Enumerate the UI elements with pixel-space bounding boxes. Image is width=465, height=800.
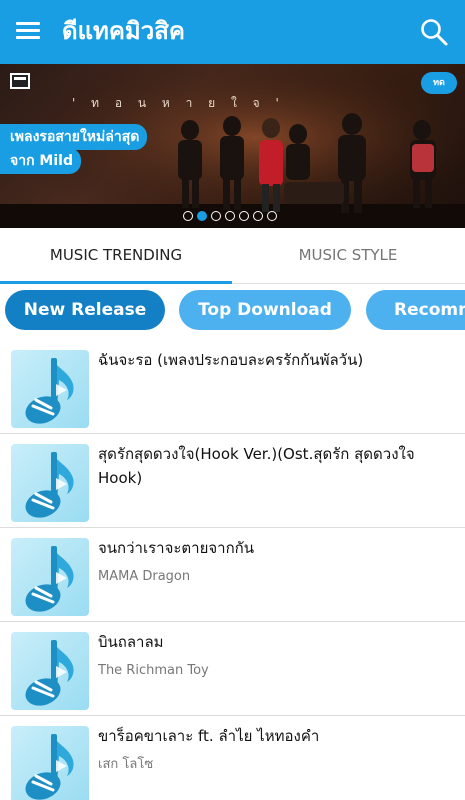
song-list: ฉันจะรอ (เพลงประกอบละครรักกันพัลวัน) สุด… xyxy=(0,340,465,800)
music-note-graphic xyxy=(25,734,74,800)
music-note-icon xyxy=(11,350,89,428)
song-list-item[interactable]: จนกว่าเราจะตายจากกัน MAMA Dragon xyxy=(0,528,465,622)
app-title: ดีแทคมิวสิค xyxy=(62,17,185,45)
carousel-dot[interactable] xyxy=(267,211,277,221)
chip-top-download[interactable]: Top Download xyxy=(179,290,351,330)
song-artist: เสก โลโซ xyxy=(98,757,154,772)
song-title: ฉันจะรอ (เพลงประกอบละครรักกันพัลวัน) xyxy=(98,351,364,369)
chip-new-release[interactable]: New Release xyxy=(5,290,165,330)
music-note-graphic xyxy=(25,452,74,518)
music-note-graphic xyxy=(25,640,74,706)
music-note-icon xyxy=(11,538,89,616)
song-list-item[interactable]: ฉันจะรอ (เพลงประกอบละครรักกันพัลวัน) xyxy=(0,340,465,434)
song-list-item[interactable]: บินถลาลม The Richman Toy xyxy=(0,622,465,716)
carousel-indicator[interactable] xyxy=(183,211,277,223)
search-icon[interactable] xyxy=(418,16,450,48)
carousel-dot[interactable] xyxy=(225,211,235,221)
category-chips: New Release Top Download Recomm xyxy=(0,284,465,338)
carousel-dot[interactable] xyxy=(211,211,221,221)
tab-bar: MUSIC TRENDING MUSIC STYLE xyxy=(0,228,465,284)
chip-recommend[interactable]: Recomm xyxy=(366,290,465,330)
music-note-icon xyxy=(11,726,89,800)
carousel-dot[interactable] xyxy=(197,211,207,221)
carousel-dot[interactable] xyxy=(239,211,249,221)
search-icon-graphic xyxy=(421,19,448,46)
app-bar: ดีแทคมิวสิค xyxy=(0,0,465,64)
banner-badge: ทด xyxy=(421,72,457,94)
banner-tag-line-2: จาก Mild xyxy=(0,148,81,174)
menu-line xyxy=(16,22,40,25)
music-note-icon xyxy=(11,632,89,710)
carousel-dot[interactable] xyxy=(253,211,263,221)
song-artist: MAMA Dragon xyxy=(98,569,191,584)
menu-line xyxy=(16,36,40,39)
promo-banner[interactable]: ทด ' ท อ น ห า ย ใ จ ' เพลงรอสายใหม่ล่าส… xyxy=(0,64,465,228)
carousel-dot[interactable] xyxy=(183,211,193,221)
song-list-item[interactable]: สุดรักสุดดวงใจ(Hook Ver.)(Ost.สุดรัก สุด… xyxy=(0,434,465,528)
channel-logo-icon xyxy=(10,73,30,89)
song-title: ขาร็อคขาเลาะ ft. ลำไย ไหทองคำ xyxy=(98,727,320,745)
song-title: สุดรักสุดดวงใจ(Hook Ver.)(Ost.สุดรัก สุด… xyxy=(98,445,415,487)
hamburger-menu-icon[interactable] xyxy=(16,20,42,42)
song-title: บินถลาลม xyxy=(98,633,164,651)
banner-song-title: ' ท อ น ห า ย ใ จ ' xyxy=(72,96,285,110)
song-artist: The Richman Toy xyxy=(98,663,209,678)
tab-music-style[interactable]: MUSIC STYLE xyxy=(232,228,464,284)
music-note-graphic xyxy=(25,358,74,424)
music-note-icon xyxy=(11,444,89,522)
song-title: จนกว่าเราจะตายจากกัน xyxy=(98,539,255,557)
menu-line xyxy=(16,29,40,32)
music-note-graphic xyxy=(25,546,74,612)
tab-music-trending[interactable]: MUSIC TRENDING xyxy=(0,228,232,284)
banner-tag-line-1: เพลงรอสายใหม่ล่าสุด xyxy=(0,124,148,150)
song-list-item[interactable]: ขาร็อคขาเลาะ ft. ลำไย ไหทองคำ เสก โลโซ xyxy=(0,716,465,800)
